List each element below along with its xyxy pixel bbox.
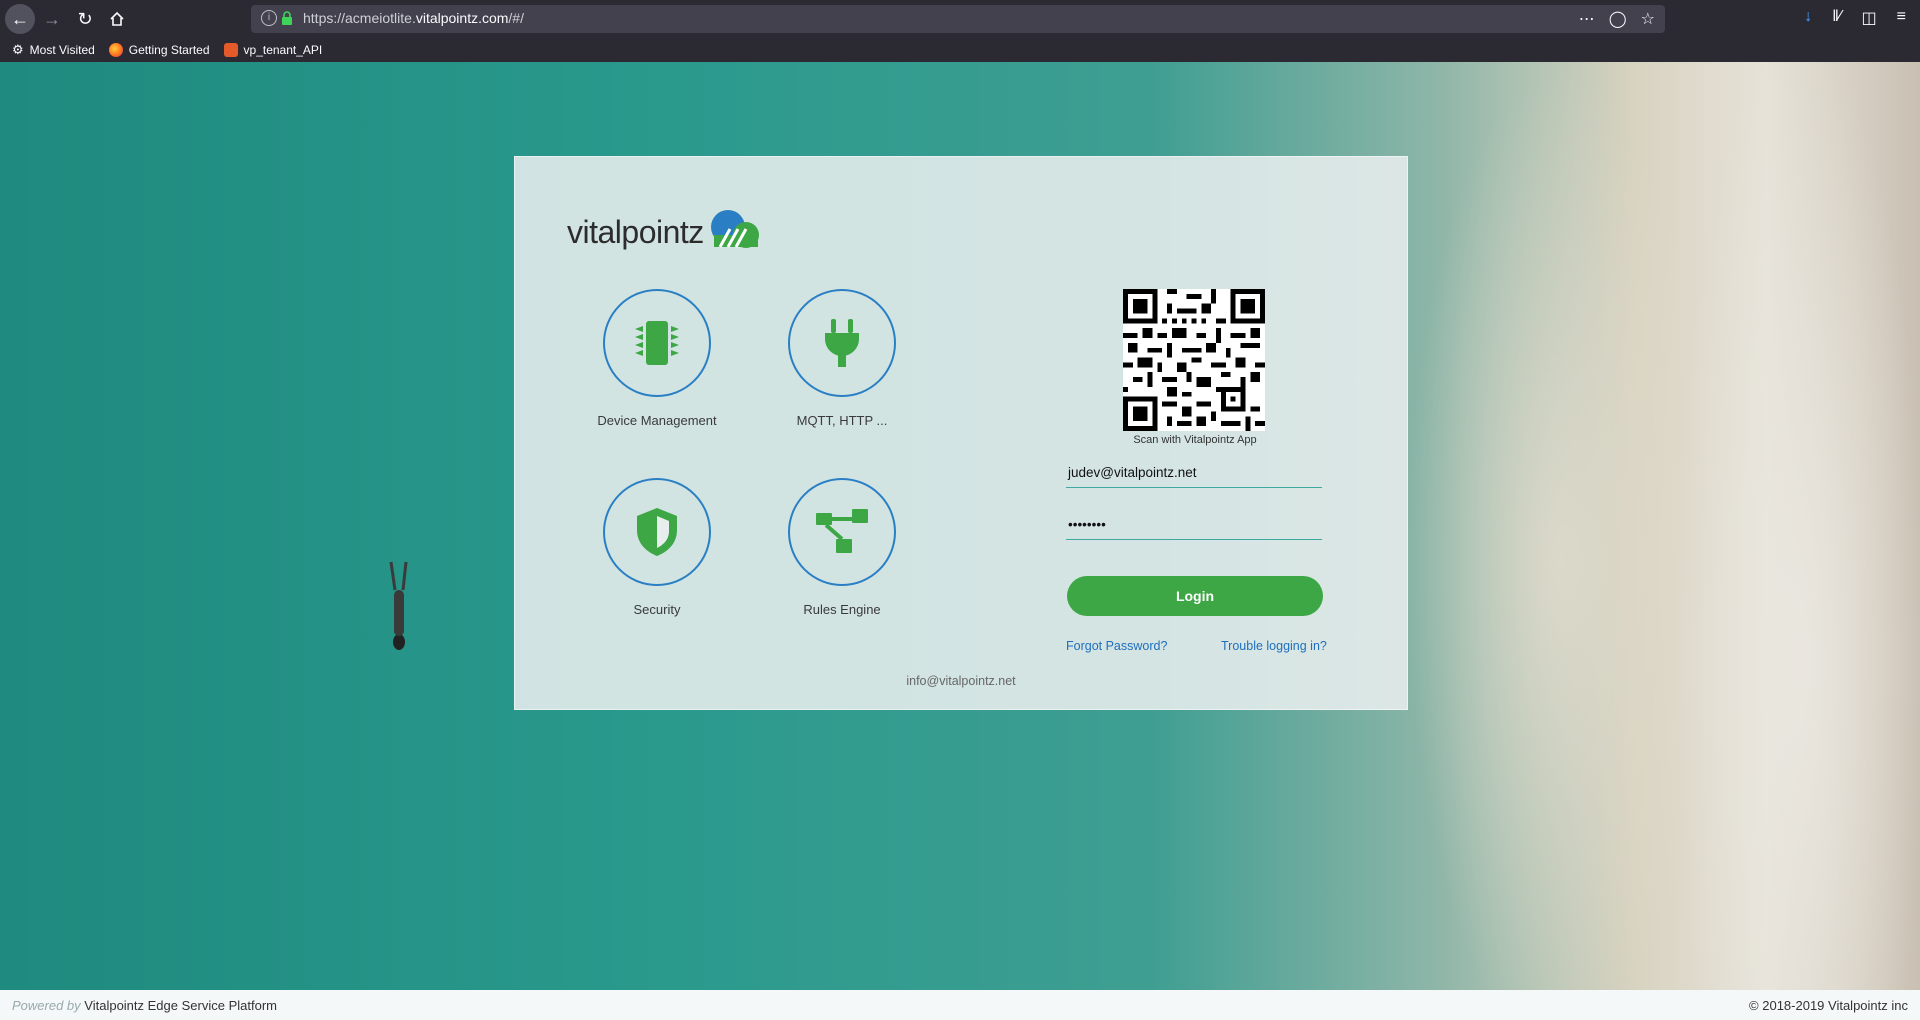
- password-field[interactable]: ••••••••: [1066, 517, 1322, 540]
- firefox-icon: [108, 43, 123, 57]
- api-icon: [223, 43, 238, 57]
- info-icon[interactable]: i: [261, 10, 277, 26]
- browser-chrome: ← → ↻ i https://acmeiotlite.vitalpointz.…: [0, 0, 1920, 62]
- contact-email: info@vitalpointz.net: [906, 674, 1016, 688]
- url-text: https://acmeiotlite.vitalpointz.com/#/: [303, 10, 524, 26]
- bookmarks-bar: ⚙ Most Visited Getting Started vp_tenant…: [0, 38, 1920, 62]
- arrow-left-icon: ←: [11, 8, 29, 29]
- pocket-icon[interactable]: ◯: [1609, 9, 1627, 29]
- bookmark-star-icon[interactable]: ☆: [1641, 9, 1655, 29]
- shield-icon: [637, 508, 677, 556]
- library-icon[interactable]: ‖⁄: [1832, 8, 1841, 28]
- sidebar-icon[interactable]: ◫: [1862, 8, 1877, 28]
- page-footer: Powered by Vitalpointz Edge Service Plat…: [0, 990, 1920, 1020]
- reload-icon: ↻: [77, 8, 93, 29]
- bookmark-label: Most Visited: [29, 43, 95, 57]
- feature-label: Device Management: [597, 413, 717, 428]
- home-button[interactable]: [102, 4, 132, 34]
- back-button[interactable]: ←: [5, 4, 35, 34]
- menu-icon[interactable]: ≡: [1897, 8, 1906, 28]
- footer-platform: Powered by Vitalpointz Edge Service Plat…: [12, 998, 277, 1013]
- toolbar-right: ↓ ‖⁄ ◫ ≡: [1804, 8, 1920, 28]
- lock-icon[interactable]: [281, 11, 293, 26]
- feature-circle: [603, 478, 711, 586]
- home-icon: [110, 11, 124, 26]
- feature-label: Security: [633, 602, 681, 617]
- email-field[interactable]: judev@vitalpointz.net: [1066, 465, 1322, 488]
- gear-icon: ⚙: [12, 42, 24, 57]
- email-value: judev@vitalpointz.net: [1068, 465, 1197, 480]
- bookmark-label: vp_tenant_API: [243, 43, 323, 57]
- address-bar-actions: ⋯ ◯ ☆: [1579, 9, 1655, 29]
- forward-button[interactable]: →: [37, 4, 67, 34]
- feature-mqtt-http: MQTT, HTTP ...: [762, 289, 922, 428]
- login-button[interactable]: Login: [1067, 576, 1323, 616]
- download-icon[interactable]: ↓: [1804, 8, 1812, 28]
- browser-toolbar: ← → ↻ i https://acmeiotlite.vitalpointz.…: [0, 0, 1920, 38]
- qr-code: [1123, 289, 1265, 431]
- more-icon[interactable]: ⋯: [1579, 9, 1595, 29]
- login-panel: vitalpointz Device Management MQTT, HTTP…: [514, 156, 1408, 710]
- chip-icon: [635, 321, 679, 365]
- copyright: © 2018-2019 Vitalpointz inc: [1749, 998, 1908, 1013]
- bookmark-most-visited[interactable]: ⚙ Most Visited: [12, 42, 95, 58]
- arrow-right-icon: →: [43, 8, 61, 29]
- platform-name: Vitalpointz Edge Service Platform: [84, 998, 277, 1013]
- swimmer-figure: [389, 561, 408, 650]
- feature-circle: [603, 289, 711, 397]
- brand-name: vitalpointz: [567, 214, 704, 250]
- trouble-logging-in-link[interactable]: Trouble logging in?: [1221, 639, 1327, 653]
- cloud-logo-icon: [710, 210, 759, 248]
- powered-by-label: Powered by: [12, 998, 81, 1013]
- flow-icon: [816, 509, 868, 553]
- feature-circle: [788, 478, 896, 586]
- qr-caption: Scan with Vitalpointz App: [1133, 434, 1257, 446]
- forgot-password-link[interactable]: Forgot Password?: [1066, 639, 1167, 653]
- address-bar[interactable]: i https://acmeiotlite.vitalpointz.com/#/…: [251, 5, 1665, 33]
- bookmark-label: Getting Started: [128, 43, 210, 57]
- feature-rules-engine: Rules Engine: [762, 478, 922, 617]
- plug-icon: [825, 319, 859, 367]
- bookmark-vp-tenant-api[interactable]: vp_tenant_API: [223, 43, 323, 57]
- bookmark-getting-started[interactable]: Getting Started: [108, 43, 210, 57]
- password-value: ••••••••: [1068, 517, 1106, 532]
- brand-logo: vitalpointz: [567, 207, 762, 251]
- feature-label: Rules Engine: [803, 602, 881, 617]
- feature-device-management: Device Management: [577, 289, 737, 428]
- feature-label: MQTT, HTTP ...: [796, 413, 888, 428]
- feature-circle: [788, 289, 896, 397]
- feature-security: Security: [577, 478, 737, 617]
- reload-button[interactable]: ↻: [70, 4, 100, 34]
